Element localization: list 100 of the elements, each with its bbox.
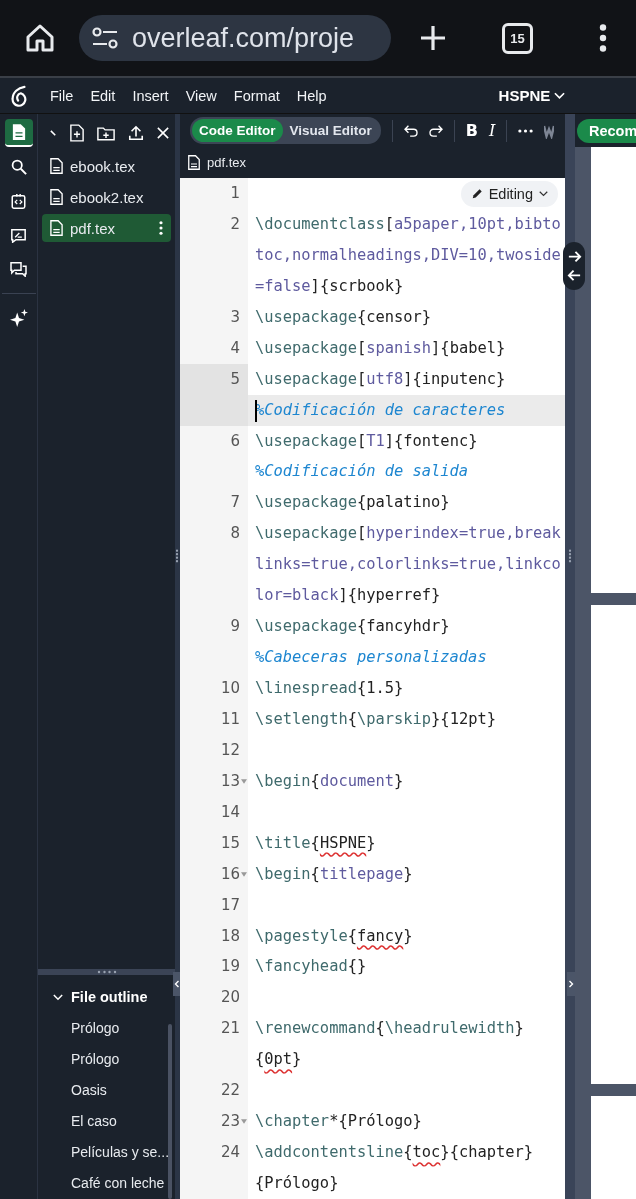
new-folder-icon[interactable] bbox=[97, 125, 115, 141]
code-line: %Codificación de caracteres bbox=[255, 400, 506, 419]
code-line: {Prólogo} bbox=[255, 1174, 339, 1192]
new-tab-icon[interactable] bbox=[419, 24, 447, 52]
undo-icon[interactable] bbox=[403, 124, 418, 137]
code-line: \begin{document} bbox=[255, 771, 404, 790]
document-icon bbox=[50, 189, 63, 205]
menu-item[interactable]: Help bbox=[296, 87, 327, 104]
outline-item[interactable]: Oasis bbox=[38, 1075, 175, 1106]
leaf-logo-icon[interactable] bbox=[9, 84, 29, 107]
line-number: 6 bbox=[229, 430, 240, 452]
code-line: \usepackage[utf8]{inputenc} bbox=[255, 369, 506, 388]
home-icon[interactable] bbox=[25, 23, 55, 53]
code-line: toc,normalheadings,DIV=10,twoside bbox=[255, 245, 561, 264]
code-line: %Cabeceras personalizadas bbox=[255, 648, 487, 667]
collapse-icon[interactable] bbox=[50, 129, 57, 137]
menu-item[interactable]: File bbox=[50, 87, 74, 104]
editor-mode-toggle[interactable]: Code Editor bbox=[192, 119, 283, 142]
code-line: lor=black]{hyperref} bbox=[255, 586, 441, 605]
line-number: 16 bbox=[219, 863, 240, 885]
more-icon[interactable] bbox=[518, 128, 534, 133]
close-icon[interactable] bbox=[157, 127, 169, 139]
outline-item[interactable]: Café con leche bbox=[38, 1168, 175, 1199]
recompile-button[interactable]: Recom bbox=[577, 118, 636, 143]
file-tab[interactable]: pdf.tex bbox=[207, 155, 247, 170]
menu-item[interactable]: Insert bbox=[132, 87, 169, 104]
resize-handle[interactable] bbox=[38, 969, 175, 975]
layout-toggle-button[interactable] bbox=[563, 242, 585, 290]
line-number: 14 bbox=[219, 801, 240, 823]
line-number: 17 bbox=[219, 894, 240, 916]
bold-button[interactable]: B bbox=[465, 121, 478, 140]
code-line: \usepackage[hyperindex=true,break bbox=[255, 524, 561, 543]
drag-handle-icon[interactable] bbox=[568, 549, 572, 563]
sparkle-icon bbox=[9, 309, 28, 327]
code-line: =false]{scrbook} bbox=[255, 276, 404, 295]
outline-item[interactable]: Prólogo bbox=[38, 1013, 175, 1044]
file-icon bbox=[11, 123, 26, 141]
file-tree-entry[interactable]: ebook.tex bbox=[42, 152, 171, 180]
code-line: \usepackage[spanish]{babel} bbox=[255, 338, 506, 357]
url-text: overleaf.com/proje bbox=[132, 22, 355, 54]
line-number: 13 bbox=[219, 770, 240, 792]
line-number: 22 bbox=[219, 1080, 240, 1102]
outline-header[interactable]: File outline bbox=[38, 981, 175, 1013]
fold-arrow-icon[interactable] bbox=[241, 871, 247, 877]
menu-item[interactable]: View bbox=[185, 87, 217, 104]
line-number: 3 bbox=[229, 306, 240, 328]
document-icon bbox=[50, 158, 63, 174]
outline-item[interactable]: El caso bbox=[38, 1106, 175, 1137]
chat-icon bbox=[10, 261, 27, 277]
upload-icon[interactable] bbox=[128, 125, 144, 141]
menu-icon[interactable] bbox=[599, 24, 607, 52]
fold-arrow-icon[interactable] bbox=[241, 1119, 247, 1125]
drag-handle-icon[interactable] bbox=[175, 549, 179, 563]
code-line: \begin{titlepage} bbox=[255, 864, 413, 883]
fold-arrow-icon[interactable] bbox=[241, 778, 247, 784]
line-number: 5 bbox=[229, 368, 240, 390]
code-line: \renewcommand{\headrulewidth} bbox=[255, 1019, 524, 1038]
address-bar[interactable]: overleaf.com/proje bbox=[79, 15, 391, 61]
editing-mode-dropdown[interactable]: Editing bbox=[460, 181, 558, 207]
swap-arrows-icon bbox=[566, 249, 582, 283]
site-settings-icon[interactable] bbox=[92, 27, 118, 49]
line-number: 11 bbox=[219, 708, 240, 730]
new-file-icon[interactable] bbox=[70, 124, 84, 142]
italic-button[interactable]: I bbox=[489, 121, 496, 140]
chevron-icon bbox=[53, 993, 63, 1001]
outline-item[interactable]: Películas y se... bbox=[38, 1137, 175, 1168]
code-line: \fancyhead{} bbox=[255, 957, 367, 976]
line-number: 2 bbox=[229, 213, 240, 235]
line-number: 1 bbox=[229, 183, 240, 204]
code-line: \addcontentsline{toc}{chapter} bbox=[255, 1143, 534, 1162]
code-line: \chapter*{Prólogo} bbox=[255, 1112, 422, 1131]
line-number: 23 bbox=[219, 1111, 240, 1133]
line-number: 19 bbox=[219, 956, 240, 978]
more-options-icon[interactable] bbox=[159, 221, 163, 235]
code-line: \linespread{1.5} bbox=[255, 679, 404, 697]
tab-count-button[interactable]: 15 bbox=[502, 22, 533, 54]
line-number: 9 bbox=[229, 616, 240, 638]
outline-item[interactable]: Prólogo bbox=[38, 1044, 175, 1075]
project-title-menu[interactable]: HSPNE bbox=[498, 87, 566, 104]
collapse-right-icon[interactable] bbox=[567, 972, 575, 996]
line-number: 24 bbox=[219, 1142, 240, 1164]
editor-mode-toggle[interactable]: Visual Editor bbox=[282, 119, 379, 142]
code-line: \documentclass[a5paper,10pt,bibto bbox=[255, 214, 561, 233]
menu-item[interactable]: Edit bbox=[90, 87, 116, 104]
code-line: %Codificación de salida bbox=[255, 462, 469, 481]
file-tree-entry[interactable]: ebook2.tex bbox=[42, 183, 171, 211]
files-rail-button[interactable] bbox=[4, 119, 33, 147]
line-number: 15 bbox=[219, 832, 240, 854]
code-line: links=true,colorlinks=true,linkco bbox=[255, 555, 561, 574]
code-line: \pagestyle{fancy} bbox=[255, 926, 413, 945]
menu-item[interactable]: Format bbox=[233, 87, 280, 104]
line-number: 4 bbox=[229, 337, 240, 359]
redo-icon[interactable] bbox=[428, 124, 443, 137]
line-number: 18 bbox=[219, 925, 240, 947]
search-icon bbox=[10, 159, 27, 175]
line-number: 20 bbox=[219, 987, 240, 1009]
file-tree-entry[interactable]: pdf.tex bbox=[42, 214, 171, 242]
pencil-icon bbox=[470, 188, 483, 200]
code-line: \usepackage{fancyhdr} bbox=[255, 617, 450, 636]
line-number: 12 bbox=[219, 739, 240, 761]
